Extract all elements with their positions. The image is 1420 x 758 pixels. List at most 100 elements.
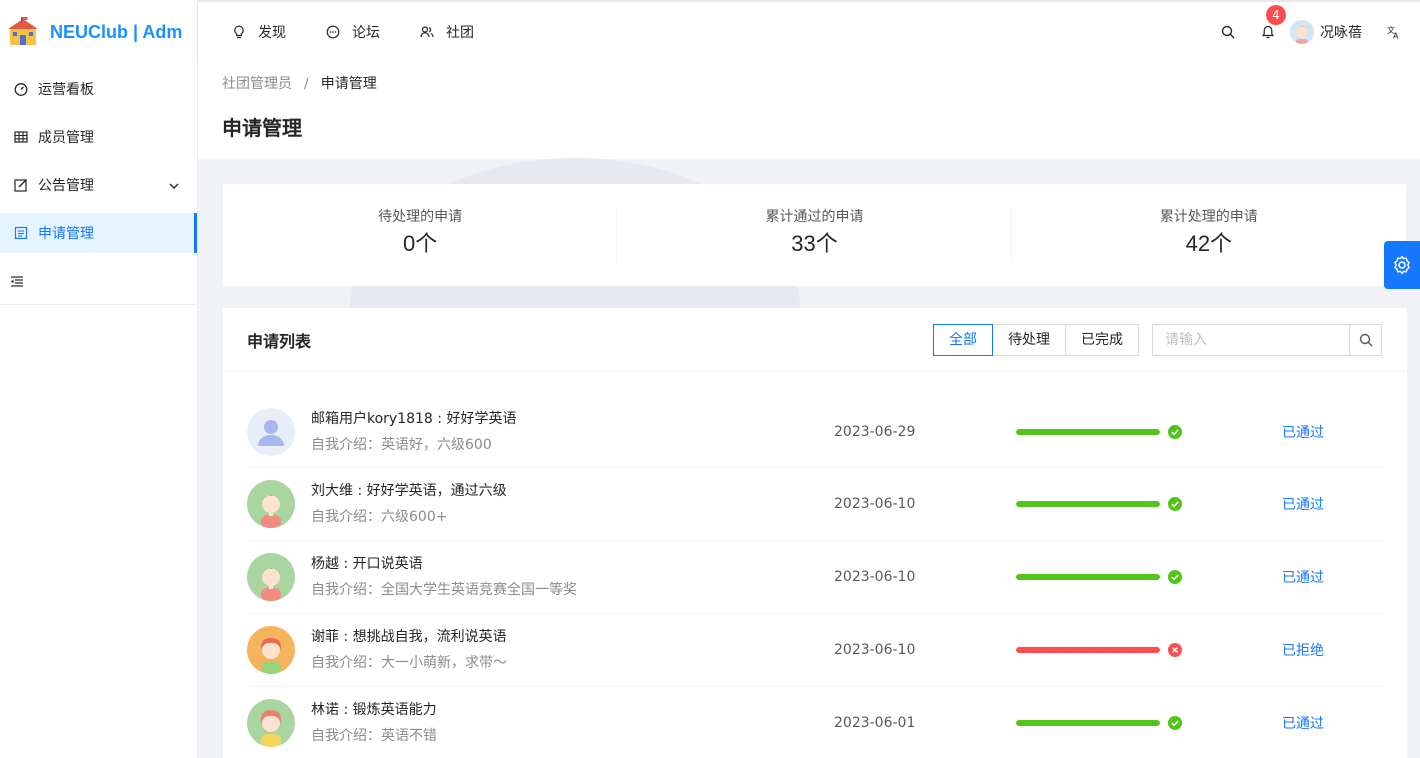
notification-button[interactable]: 4 xyxy=(1248,5,1288,52)
stat-approved: 累计通过的申请 33个 xyxy=(617,207,1012,263)
sidebar-item-announcements[interactable]: 公告管理 xyxy=(0,165,197,205)
sidebar-item-applications[interactable]: 申请管理 xyxy=(0,213,197,253)
sidebar-item-members[interactable]: 成员管理 xyxy=(0,117,197,157)
list-title: 申请列表 xyxy=(247,331,312,351)
header-tools: 4 况咏蓓 文A xyxy=(1208,2,1420,62)
item-status-link[interactable]: 已拒绝 xyxy=(1282,640,1324,660)
progress-bar xyxy=(1016,647,1160,653)
avatar xyxy=(247,699,295,747)
nav-item-clubs[interactable]: 社团 xyxy=(420,22,474,42)
progress-bar xyxy=(1016,501,1160,507)
search-button[interactable] xyxy=(1350,324,1382,356)
item-description: 自我介绍：六级600+ xyxy=(311,509,448,525)
progress-fill xyxy=(1016,720,1160,726)
collapse-menu-button[interactable] xyxy=(0,261,198,305)
breadcrumb-current: 申请管理 xyxy=(320,76,377,92)
progress xyxy=(1016,424,1182,439)
sidebar-item-label: 成员管理 xyxy=(38,130,94,146)
nav-item-forum[interactable]: 论坛 xyxy=(326,22,380,42)
settings-drawer-button[interactable] xyxy=(1384,241,1420,289)
avatar xyxy=(247,407,295,456)
nav-label: 发现 xyxy=(258,25,286,41)
avatar xyxy=(247,626,295,674)
filter-all-button[interactable]: 全部 xyxy=(933,324,993,356)
translate-icon: 文A xyxy=(1387,25,1399,40)
stat-value: 0个 xyxy=(403,231,438,256)
progress-fill xyxy=(1016,428,1160,435)
nav-item-discover[interactable]: 发现 xyxy=(232,22,286,42)
notification-badge: 4 xyxy=(1266,5,1286,25)
progress-bar xyxy=(1016,720,1160,726)
svg-text:A: A xyxy=(1393,32,1399,40)
list-header: 申请列表 全部 待处理 已完成 xyxy=(223,308,1407,372)
user-menu[interactable]: 况咏蓓 xyxy=(1290,20,1362,44)
item-title: 谢菲 : 想挑战自我，流利说英语 xyxy=(311,629,507,645)
breadcrumb: 社团管理员 / 申请管理 xyxy=(222,76,1396,92)
check-circle-icon xyxy=(1168,716,1182,730)
item-status-link[interactable]: 已通过 xyxy=(1282,494,1324,514)
progress-fill xyxy=(1016,574,1160,580)
user-name: 况咏蓓 xyxy=(1320,25,1362,41)
avatar xyxy=(247,553,295,601)
language-switch-button[interactable]: 文A xyxy=(1374,12,1414,52)
item-title: 邮箱用户kory1818 : 好好学英语 xyxy=(311,410,517,427)
search-input[interactable] xyxy=(1152,324,1350,356)
item-meta: 杨越 : 开口说英语 自我介绍：全国大学生英语竞赛全国一等奖 xyxy=(311,553,577,601)
school-logo-icon xyxy=(6,17,40,47)
breadcrumb-link[interactable]: 社团管理员 xyxy=(222,76,292,92)
page-title: 申请管理 xyxy=(222,116,302,140)
stat-label: 累计处理的申请 xyxy=(1159,209,1258,225)
dashboard-icon xyxy=(14,82,28,96)
item-status-link[interactable]: 已通过 xyxy=(1282,567,1324,587)
filter-pending-button[interactable]: 待处理 xyxy=(992,324,1066,356)
item-description: 自我介绍：英语不错 xyxy=(311,728,437,744)
filter-done-button[interactable]: 已完成 xyxy=(1065,324,1139,356)
close-circle-icon xyxy=(1168,643,1182,657)
bell-icon xyxy=(1261,25,1275,39)
sidebar: NEUClub | Adm 运营看板 成员管理 公告管理 申请管理 xyxy=(0,0,198,758)
stat-label: 累计通过的申请 xyxy=(765,209,864,225)
check-circle-icon xyxy=(1168,570,1182,584)
item-date: 2023-06-10 xyxy=(834,496,916,512)
item-meta: 刘大维 : 好好学英语，通过六级 自我介绍：六级600+ xyxy=(311,480,507,528)
item-date: 2023-06-01 xyxy=(834,715,916,731)
message-icon xyxy=(326,25,340,39)
item-description: 自我介绍：英语好，六级600 xyxy=(311,436,492,453)
nav-label: 论坛 xyxy=(352,25,380,41)
item-status-link[interactable]: 已通过 xyxy=(1282,713,1324,733)
chevron-down-icon xyxy=(169,179,179,195)
search-icon xyxy=(1221,25,1235,39)
list-item: 谢菲 : 想挑战自我，流利说英语 自我介绍：大一小萌新，求带～ 2023-06-10… xyxy=(247,614,1383,687)
table-icon xyxy=(14,130,28,144)
item-date: 2023-06-10 xyxy=(834,569,916,585)
check-circle-icon xyxy=(1168,497,1182,511)
page-header: 社团管理员 / 申请管理 申请管理 xyxy=(198,62,1420,159)
profile-icon xyxy=(14,226,28,240)
logo[interactable]: NEUClub | Adm xyxy=(0,0,197,64)
item-date: 2023-06-10 xyxy=(834,642,916,658)
top-nav: 发现 论坛 社团 xyxy=(232,2,514,62)
application-list-card: 申请列表 全部 待处理 已完成 邮箱用户kory1818 : 好好学英语自我介绍… xyxy=(223,308,1407,758)
progress xyxy=(1016,497,1182,511)
progress xyxy=(1016,570,1182,584)
search-icon xyxy=(1359,333,1372,347)
item-description: 自我介绍：全国大学生英语竞赛全国一等奖 xyxy=(311,582,577,598)
progress xyxy=(1016,643,1182,657)
stat-value: 33个 xyxy=(791,231,838,256)
stats-card: 待处理的申请 0个 累计通过的申请 33个 累计处理的申请 42个 xyxy=(223,184,1406,286)
header-search-button[interactable] xyxy=(1208,12,1248,52)
app-title: NEUClub | Adm xyxy=(50,21,183,42)
list-item: 刘大维 : 好好学英语，通过六级 自我介绍：六级600+ 2023-06-10 已通过 xyxy=(247,468,1383,541)
sidebar-item-label: 公告管理 xyxy=(38,178,94,194)
item-description: 自我介绍：大一小萌新，求带～ xyxy=(311,655,507,671)
application-list: 邮箱用户kory1818 : 好好学英语 自我介绍：英语好，六级600 2023-0… xyxy=(223,372,1407,758)
item-meta: 林诺 : 锻炼英语能力 自我介绍：英语不错 xyxy=(311,699,437,747)
progress xyxy=(1016,716,1182,730)
gear-icon xyxy=(1394,255,1410,275)
stat-label: 待处理的申请 xyxy=(378,209,463,225)
team-icon xyxy=(420,26,434,38)
item-status-link[interactable]: 已通过 xyxy=(1282,422,1324,442)
stat-pending: 待处理的申请 0个 xyxy=(223,207,618,263)
sidebar-item-dashboard[interactable]: 运营看板 xyxy=(0,69,197,109)
list-search xyxy=(1152,324,1382,356)
